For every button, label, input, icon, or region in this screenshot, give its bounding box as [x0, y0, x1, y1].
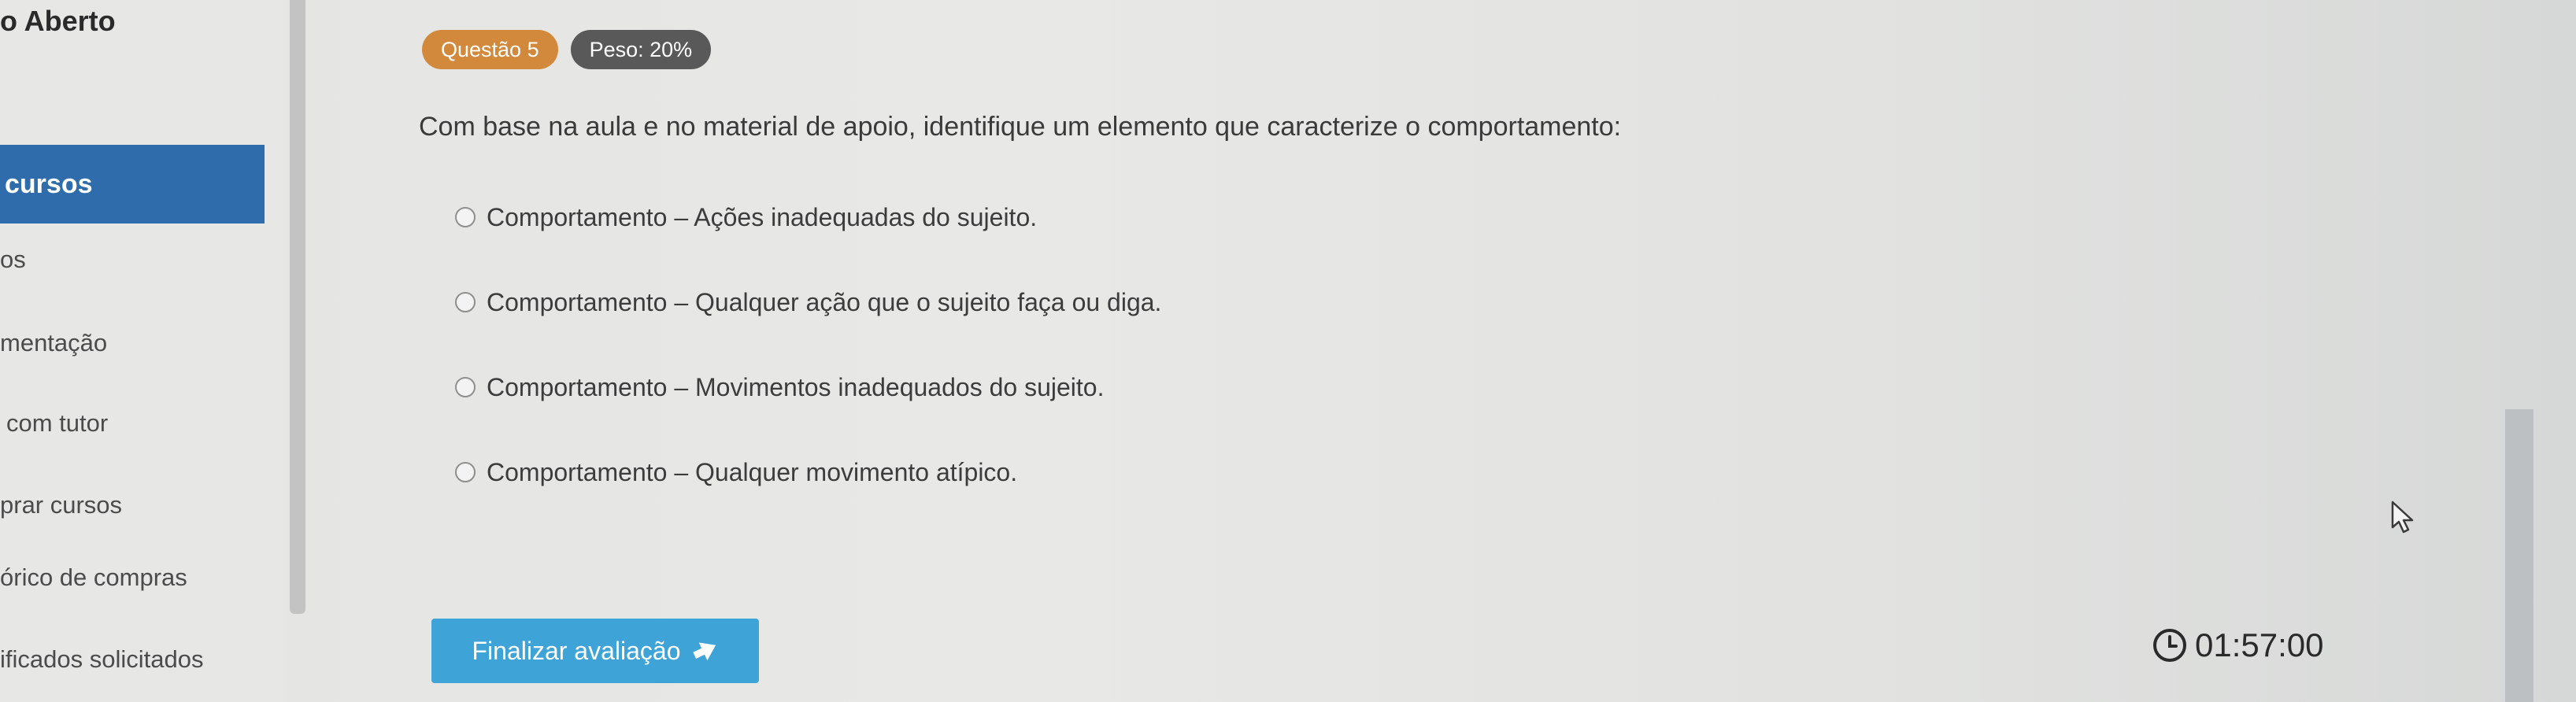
sidebar-item-cursos[interactable]: cursos [0, 145, 265, 224]
answer-option-label: Comportamento – Qualquer ação que o suje… [487, 287, 1162, 316]
sidebar-item-os[interactable]: os [0, 246, 26, 274]
page-scrollbar[interactable] [2505, 409, 2533, 702]
answer-option-label: Comportamento – Qualquer movimento atípi… [487, 457, 1018, 486]
timer-value: 01:57:00 [2195, 626, 2324, 663]
finish-assessment-button[interactable]: Finalizar avaliação [431, 619, 759, 683]
radio-button[interactable] [455, 462, 476, 482]
answer-option-label: Comportamento – Ações inadequadas do suj… [487, 202, 1038, 231]
question-text: Com base na aula e no material de apoio,… [419, 112, 1622, 142]
finish-button-label: Finalizar avaliação [472, 636, 681, 665]
sidebar-scrollbar[interactable] [290, 0, 305, 614]
clock-icon [2152, 628, 2187, 663]
question-badges: Questão 5 Peso: 20% [422, 30, 712, 69]
arrow-icon [692, 639, 719, 663]
question-number-badge: Questão 5 [422, 30, 558, 69]
sidebar-item-comprar-cursos[interactable]: prar cursos [0, 491, 122, 519]
answer-option-1[interactable]: Comportamento – Ações inadequadas do suj… [455, 200, 1037, 235]
sidebar-title: o Aberto [0, 5, 116, 37]
mouse-cursor-icon [2390, 501, 2419, 539]
sidebar-item-historico-compras[interactable]: órico de compras [0, 563, 187, 592]
sidebar-item-certificados[interactable]: ificados solicitados [0, 645, 203, 674]
radio-button[interactable] [455, 377, 476, 397]
timer: 01:57:00 [2152, 622, 2324, 669]
sidebar-item-com-tutor[interactable]: com tutor [6, 409, 108, 438]
answer-option-3[interactable]: Comportamento – Movimentos inadequados d… [455, 370, 1104, 405]
answer-option-label: Comportamento – Movimentos inadequados d… [487, 372, 1105, 401]
sidebar-item-mentacao[interactable]: mentação [0, 329, 107, 357]
answer-option-2[interactable]: Comportamento – Qualquer ação que o suje… [455, 285, 1161, 320]
page: o Aberto cursos os mentação com tutor pr… [0, 0, 2576, 702]
question-weight-badge: Peso: 20% [570, 30, 712, 69]
radio-button[interactable] [455, 292, 476, 312]
radio-button[interactable] [455, 207, 476, 227]
answer-option-4[interactable]: Comportamento – Qualquer movimento atípi… [455, 455, 1017, 490]
sidebar: o Aberto cursos os mentação com tutor pr… [0, 0, 285, 702]
